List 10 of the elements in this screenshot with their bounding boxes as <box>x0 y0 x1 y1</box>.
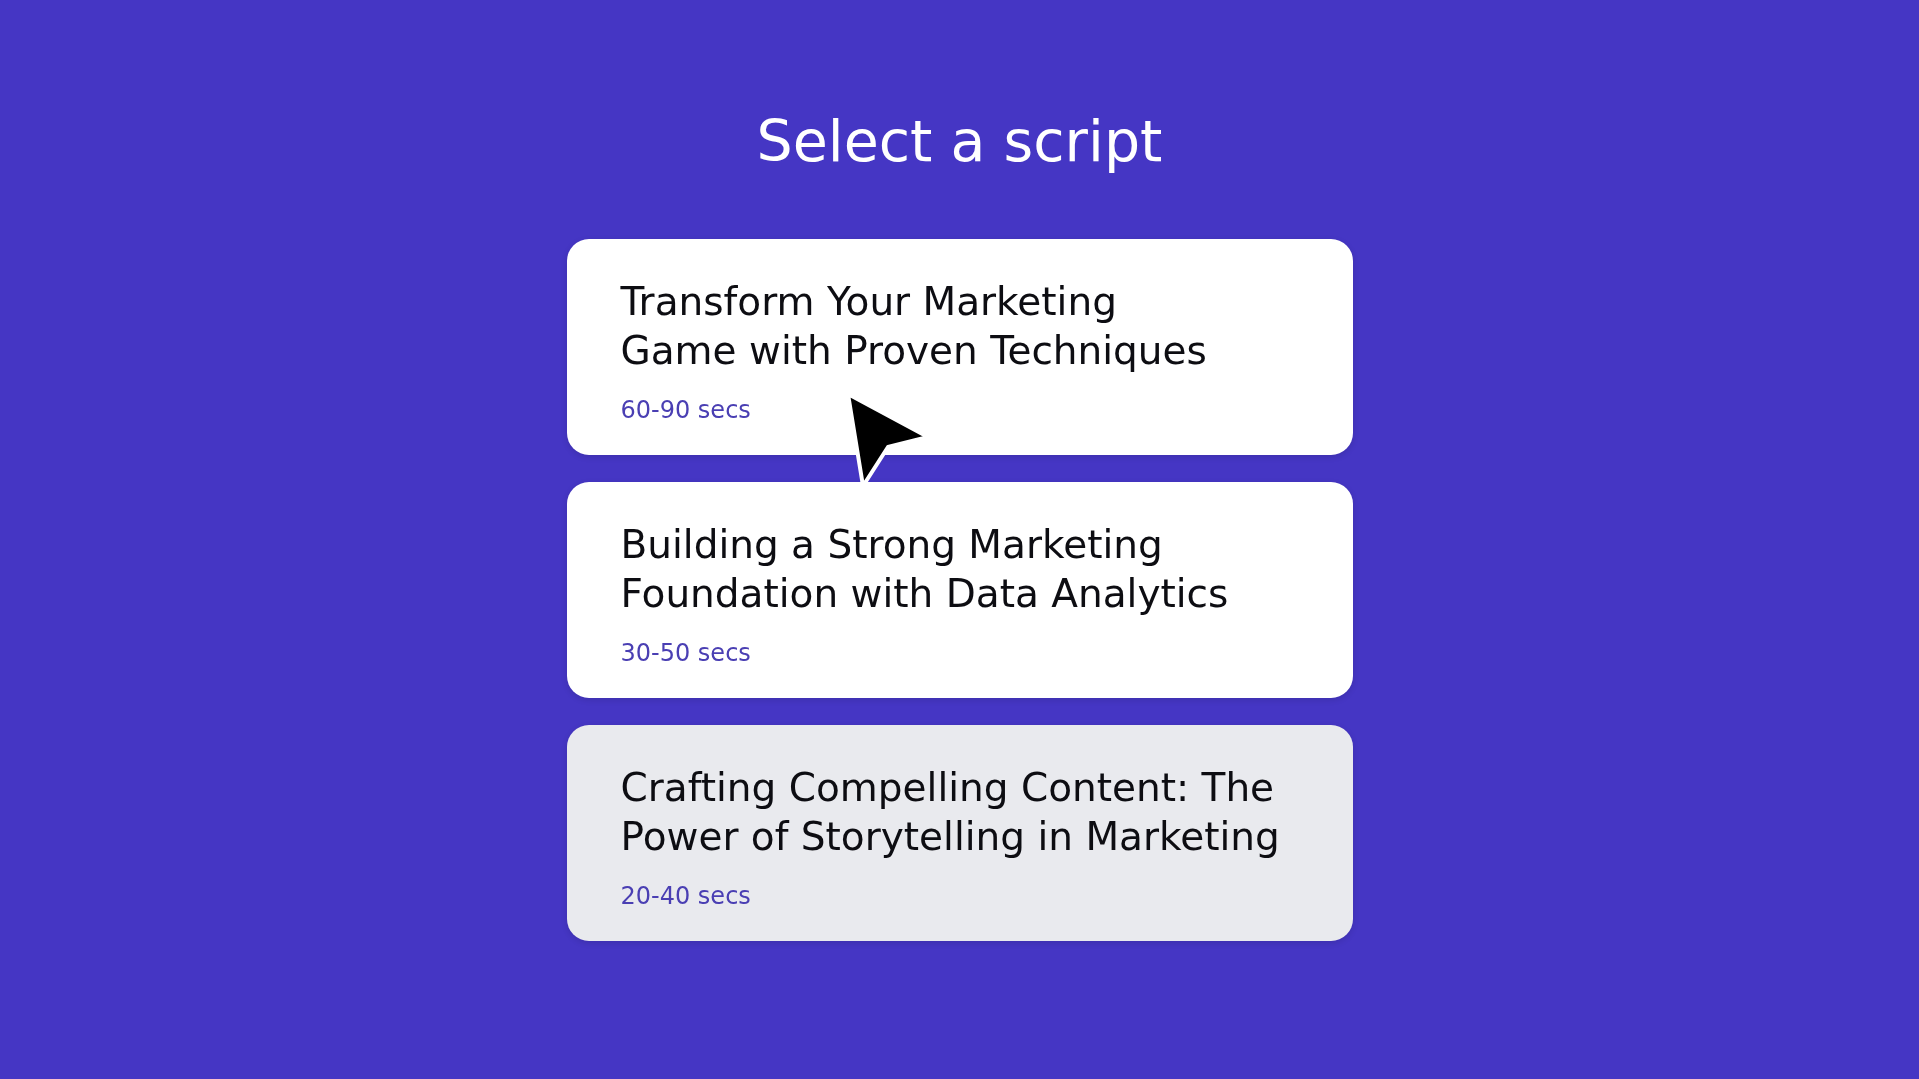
script-duration: 20-40 secs <box>620 881 751 911</box>
script-title: Crafting Compelling Content: The Power of Storytelling in Marketing <box>620 764 1280 861</box>
script-duration: 30-50 secs <box>620 638 751 668</box>
script-card[interactable]: Crafting Compelling Content: The Power of Storytelling in Marketing 20-40 secs <box>566 725 1353 941</box>
script-card[interactable]: Transform Your Marketing Game with Proven Techniques 60-90 secs <box>566 239 1353 455</box>
page-title: Select a script <box>756 107 1163 176</box>
script-duration: 60-90 secs <box>620 395 751 425</box>
script-title: Building a Strong Marketing Foundation with Data Analytics <box>620 521 1229 618</box>
script-title: Transform Your Marketing Game with Proven Techniques <box>620 278 1207 375</box>
script-card[interactable]: Building a Strong Marketing Foundation with Data Analytics 30-50 secs <box>566 482 1353 698</box>
